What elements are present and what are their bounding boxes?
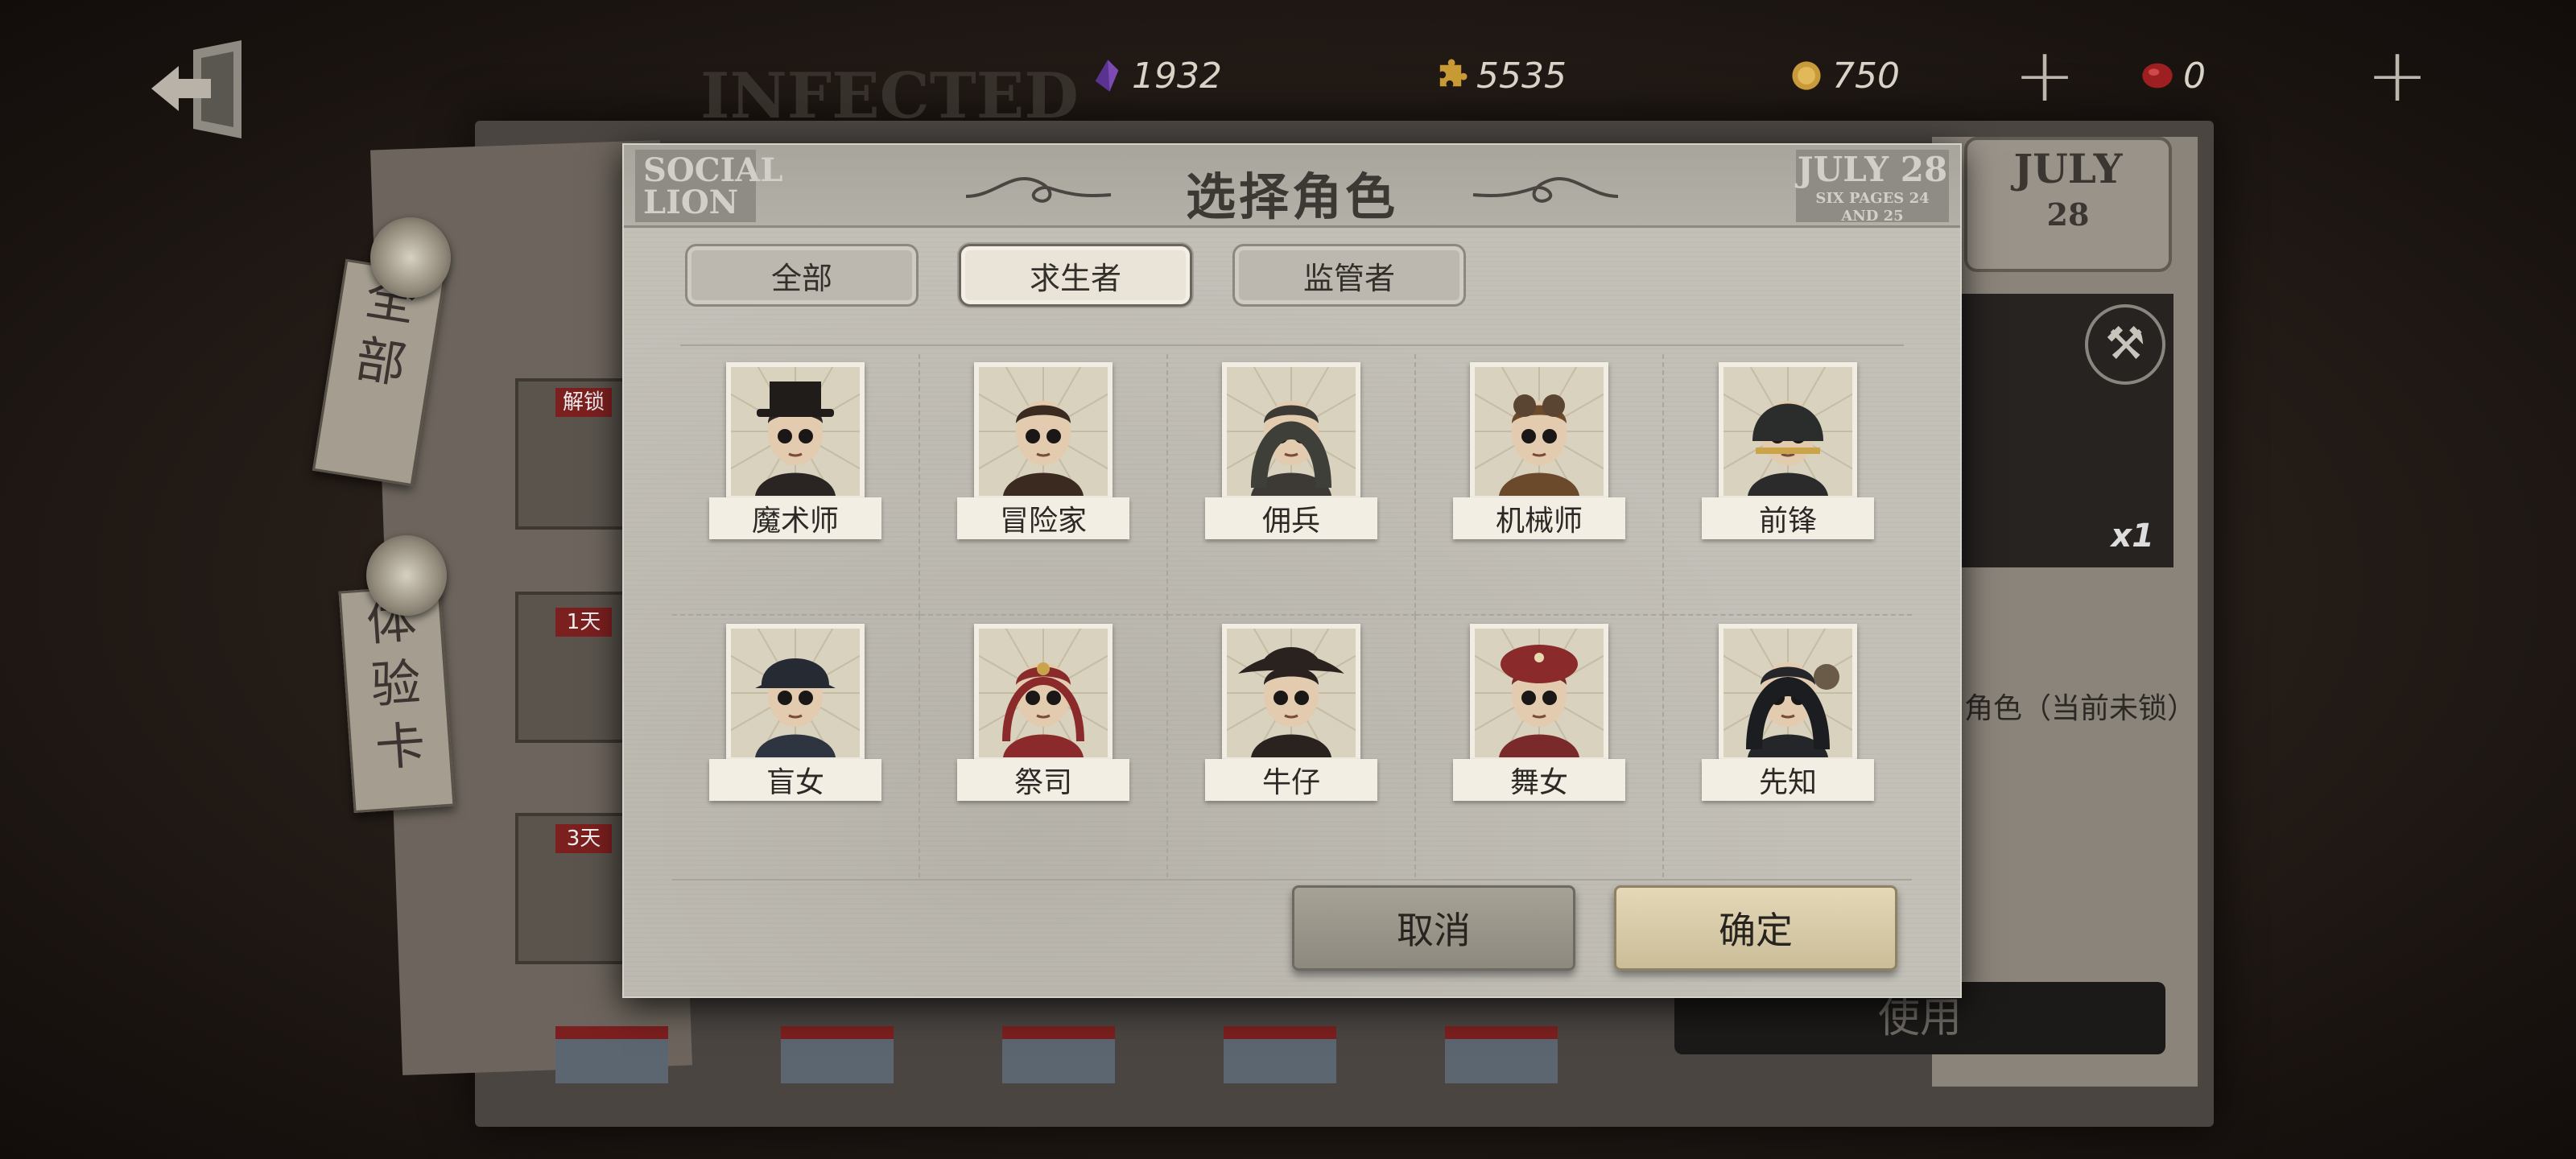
crystal-icon <box>1095 60 1119 92</box>
dialog-header: SOCIAL LION 选择角色 JULY 28 SIX PAGES 24 AN… <box>624 145 1960 228</box>
add-echo-button[interactable]: + <box>2360 39 2434 113</box>
character-card[interactable]: 前锋 <box>1664 354 1912 616</box>
background-date-stamp: JULY 28 <box>1964 137 2172 272</box>
fragment-currency: 750 <box>1789 50 1900 101</box>
confirm-button[interactable]: 确定 <box>1614 885 1897 971</box>
character-grid: 魔术师 冒险家 佣兵 机械师 前锋盲女 祭司 牛仔 舞女 先知 <box>672 354 1912 877</box>
character-name-label: 冒险家 <box>957 497 1129 539</box>
background-card-mini <box>1445 1026 1558 1083</box>
clue-count: 5535 <box>1476 55 1567 97</box>
game-screen: INFECTED 解锁 1天 3天 JULY 28 x1 ⚒ 角色（当前未锁） … <box>0 0 2576 1159</box>
character-name-label: 佣兵 <box>1205 497 1377 539</box>
magician-portrait[interactable] <box>726 362 865 501</box>
character-card[interactable]: 佣兵 <box>1168 354 1416 616</box>
tab-hunters[interactable]: 监管者 <box>1232 244 1466 307</box>
character-name-label: 盲女 <box>709 759 881 801</box>
date-day: 28 <box>2046 196 2090 233</box>
dialog-title: 选择角色 <box>1185 167 1398 226</box>
crystal-currency: 1932 <box>1088 50 1222 101</box>
priestess-portrait[interactable] <box>974 624 1113 762</box>
coin-icon <box>1792 61 1821 90</box>
character-name-label: 机械师 <box>1453 497 1625 539</box>
date-month: JULY <box>2013 145 2123 192</box>
character-name-label: 祭司 <box>957 759 1129 801</box>
character-card[interactable]: 盲女 <box>672 616 920 877</box>
flourish-right-icon <box>1472 177 1619 203</box>
header-date-day: 28 <box>1900 150 1948 189</box>
background-paper-right <box>1932 137 2198 1087</box>
character-card[interactable]: 祭司 <box>920 616 1168 877</box>
character-card[interactable]: 牛仔 <box>1168 616 1416 877</box>
header-date-sub: SIX PAGES 24 AND 25 <box>1815 190 1930 225</box>
character-name-label: 前锋 <box>1702 497 1874 539</box>
character-name-label: 牛仔 <box>1205 759 1377 801</box>
newspaper-headline: INFECTED <box>700 60 1079 133</box>
mechanic-portrait[interactable] <box>1470 362 1608 501</box>
character-name-label: 舞女 <box>1453 759 1625 801</box>
character-card[interactable]: 冒险家 <box>920 354 1168 616</box>
tools-icon: ⚒ <box>2085 304 2165 385</box>
pin-icon <box>366 535 447 616</box>
background-card-mini <box>1224 1026 1336 1083</box>
character-card[interactable]: 舞女 <box>1416 616 1664 877</box>
red-gem-icon <box>2142 63 2173 89</box>
side-tag-trial-card: 体验卡 <box>338 584 456 814</box>
blind-girl-portrait[interactable] <box>726 624 865 762</box>
add-currency-button[interactable]: + <box>2008 39 2082 113</box>
header-date: JULY 28 SIX PAGES 24 AND 25 <box>1796 150 1949 225</box>
item-count: x1 <box>2111 518 2154 555</box>
crystal-count: 1932 <box>1132 55 1222 97</box>
pin-icon <box>370 217 451 298</box>
fragment-count: 750 <box>1832 55 1900 97</box>
role-tabs: 全部 求生者 监管者 <box>685 244 1466 307</box>
character-card[interactable]: 机械师 <box>1416 354 1664 616</box>
card-ribbon: 解锁 <box>555 388 612 417</box>
tab-all[interactable]: 全部 <box>685 244 919 307</box>
cancel-button[interactable]: 取消 <box>1292 885 1575 971</box>
character-card[interactable]: 先知 <box>1664 616 1912 877</box>
character-card[interactable]: 魔术师 <box>672 354 920 616</box>
character-name-label: 先知 <box>1702 759 1874 801</box>
character-name-label: 魔术师 <box>709 497 881 539</box>
puzzle-icon <box>1439 59 1468 87</box>
tab-survivors[interactable]: 求生者 <box>959 244 1192 307</box>
echo-count: 0 <box>2183 55 2206 97</box>
echo-currency: 0 <box>2140 50 2206 101</box>
select-character-dialog: SOCIAL LION 选择角色 JULY 28 SIX PAGES 24 AN… <box>622 143 1962 998</box>
mercenary-portrait[interactable] <box>1222 362 1360 501</box>
background-side-text: 角色（当前未锁） <box>1964 692 2197 725</box>
seer-portrait[interactable] <box>1719 624 1857 762</box>
explorer-portrait[interactable] <box>974 362 1113 501</box>
clue-currency: 5535 <box>1433 50 1567 101</box>
background-card-mini <box>555 1026 668 1083</box>
exit-icon[interactable] <box>145 34 258 146</box>
divider <box>672 879 1912 881</box>
forward-portrait[interactable] <box>1719 362 1857 501</box>
background-card-mini <box>1002 1026 1115 1083</box>
divider <box>680 328 1904 346</box>
dancer-portrait[interactable] <box>1470 624 1608 762</box>
background-card-mini <box>781 1026 894 1083</box>
cowboy-portrait[interactable] <box>1222 624 1360 762</box>
card-ribbon: 3天 <box>555 824 612 853</box>
header-date-month: JULY <box>1797 150 1889 189</box>
card-ribbon: 1天 <box>555 608 612 637</box>
